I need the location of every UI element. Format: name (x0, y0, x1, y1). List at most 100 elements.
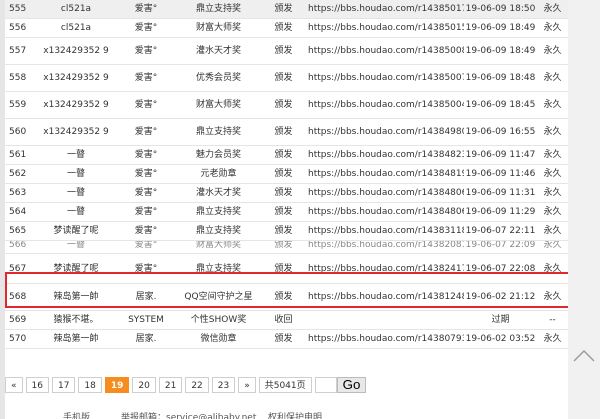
row-link[interactable]: https://bbs.houdao.com/r14385004 (306, 91, 464, 119)
row-user[interactable]: 一瞽 (36, 240, 116, 254)
row-action: 颁发 (261, 18, 306, 38)
page-link[interactable]: 17 (51, 377, 76, 393)
row-action: 收回 (261, 310, 306, 330)
row-medal: 鼎立支持奖 (176, 0, 261, 19)
row-time: 19-06-09 11:47 (464, 145, 537, 165)
row-duration: 永久 (537, 202, 568, 222)
row-medal: 鼎立支持奖 (176, 202, 261, 222)
page-go-button[interactable]: Go (336, 377, 367, 393)
row-time: 19-06-09 11:29 (464, 202, 537, 222)
table-row: 560 x132429352 9 爱害° 鼎立支持奖 颁发 https://bb… (5, 118, 568, 146)
row-link[interactable]: https://bbs.houdao.com/r14385007 (306, 64, 464, 92)
page-prev-button[interactable]: « (5, 377, 23, 393)
footer: 手机版 举报邮箱：service@alibaby.net 权利保护申明 (5, 409, 568, 419)
row-user[interactable]: x132429352 9 (36, 118, 116, 146)
row-number: 562 (5, 164, 36, 184)
table-row: 563 一瞽 爱害° 灌水天才奖 颁发 https://bbs.houdao.c… (5, 183, 568, 203)
row-user[interactable]: x132429352 9 (36, 91, 116, 119)
row-link[interactable]: https://bbs.houdao.com/r14380793 (306, 329, 464, 349)
row-number: 569 (5, 310, 36, 330)
row-medal: 个性SHOW奖 (176, 310, 261, 330)
row-user[interactable]: 梦读醒了呢 (36, 221, 116, 241)
table-row: 562 一瞽 爱害° 元老勋章 颁发 https://bbs.houdao.co… (5, 164, 568, 184)
row-duration: -- (537, 310, 568, 330)
row-medal: 优秀会员奖 (176, 64, 261, 92)
row-operator: 爱害° (116, 202, 176, 222)
page-jump-input[interactable] (314, 377, 337, 393)
page-link[interactable]: 16 (25, 377, 49, 393)
row-operator: 爱害° (116, 64, 176, 92)
row-time: 19-06-09 18:49 (464, 37, 537, 65)
row-action: 颁发 (261, 183, 306, 203)
table-row: 566 一瞽 爱害° 财富大师奖 颁发 https://bbs.houdao.c… (5, 240, 568, 254)
row-number: 563 (5, 183, 36, 203)
row-link[interactable]: https://bbs.houdao.com/r14383118 (306, 221, 464, 241)
footer-privacy-link[interactable]: 权利保护申明 (268, 410, 322, 419)
row-number: 565 (5, 221, 36, 241)
row-operator: 爱害° (116, 91, 176, 119)
footer-report-link[interactable]: 举报邮箱：service@alibaby.net (121, 410, 256, 419)
row-link[interactable] (306, 310, 464, 330)
row-operator: 爱害° (116, 37, 176, 65)
page-link[interactable]: 23 (211, 377, 236, 393)
page-link[interactable]: 22 (185, 377, 209, 393)
row-link[interactable]: https://bbs.houdao.com/r14384823 (306, 145, 464, 165)
row-user[interactable]: 猿猴不堪。 (36, 310, 116, 330)
row-number: 555 (5, 0, 36, 19)
row-operator: SYSTEM (116, 310, 176, 330)
row-time: 19-06-09 11:46 (464, 164, 537, 184)
row-time: 19-06-02 03:52 (464, 329, 537, 349)
row-link[interactable]: https://bbs.houdao.com/r14384819 (306, 164, 464, 184)
table-row: 558 x132429352 9 爱害° 优秀会员奖 颁发 https://bb… (5, 64, 568, 92)
row-duration: 永久 (537, 0, 568, 19)
footer-mobile-link[interactable]: 手机版 (63, 410, 90, 419)
row-medal: 财富大师奖 (176, 240, 261, 254)
row-operator: 居家. (116, 329, 176, 349)
row-medal: 财富大师奖 (176, 91, 261, 119)
table-row: 555 cl521a 爱害° 鼎立支持奖 颁发 https://bbs.houd… (5, 0, 568, 19)
row-user[interactable]: cl521a (36, 0, 116, 19)
row-link[interactable]: https://bbs.houdao.com/r14384980 (306, 118, 464, 146)
row-user[interactable]: 一瞽 (36, 183, 116, 203)
page-link[interactable]: 20 (132, 377, 156, 393)
row-medal: 魅力会员奖 (176, 145, 261, 165)
chevron-up-icon[interactable] (570, 342, 598, 370)
row-action: 颁发 (261, 145, 306, 165)
row-time: 19-06-09 18:48 (464, 64, 537, 92)
row-link[interactable]: https://bbs.houdao.com/r14385017 (306, 0, 464, 19)
row-duration: 永久 (537, 240, 568, 254)
row-user[interactable]: x132429352 9 (36, 64, 116, 92)
pagination: « 16 17 18 19 20 21 22 23 » 共5041页 Go (5, 376, 367, 394)
row-link[interactable]: https://bbs.houdao.com/r14385015 (306, 18, 464, 38)
row-user[interactable]: 一瞽 (36, 202, 116, 222)
row-operator: 爱害° (116, 0, 176, 19)
row-operator: 爱害° (116, 164, 176, 184)
table-row: 564 一瞽 爱害° 鼎立支持奖 颁发 https://bbs.houdao.c… (5, 202, 568, 222)
row-number: 559 (5, 91, 36, 119)
row-link[interactable]: https://bbs.houdao.com/r14385008 (306, 37, 464, 65)
row-link[interactable]: https://bbs.houdao.com/r14382081 (306, 240, 464, 254)
row-duration: 永久 (537, 145, 568, 165)
row-medal: 财富大师奖 (176, 18, 261, 38)
row-user[interactable]: 一瞽 (36, 164, 116, 184)
row-link[interactable]: https://bbs.houdao.com/r14384806 (306, 202, 464, 222)
row-operator: 爱害° (116, 18, 176, 38)
row-time: 19-06-07 22:09 (464, 240, 537, 254)
row-action: 颁发 (261, 0, 306, 19)
row-user[interactable]: 一瞽 (36, 145, 116, 165)
row-duration: 永久 (537, 221, 568, 241)
row-duration: 永久 (537, 18, 568, 38)
row-link[interactable]: https://bbs.houdao.com/r14384806 (306, 183, 464, 203)
row-duration: 永久 (537, 118, 568, 146)
row-number: 570 (5, 329, 36, 349)
row-user[interactable]: x132429352 9 (36, 37, 116, 65)
page-next-button[interactable]: » (238, 377, 256, 393)
table-row: 556 cl521a 爱害° 财富大师奖 颁发 https://bbs.houd… (5, 18, 568, 38)
page-link[interactable]: 18 (78, 377, 102, 393)
row-user[interactable]: cl521a (36, 18, 116, 38)
row-action: 颁发 (261, 64, 306, 92)
table-row: 557 x132429352 9 爱害° 灌水天才奖 颁发 https://bb… (5, 37, 568, 65)
page-link[interactable]: 21 (158, 377, 183, 393)
row-time: 过期 (464, 310, 537, 330)
row-user[interactable]: 辣岛第一帥 (36, 329, 116, 349)
